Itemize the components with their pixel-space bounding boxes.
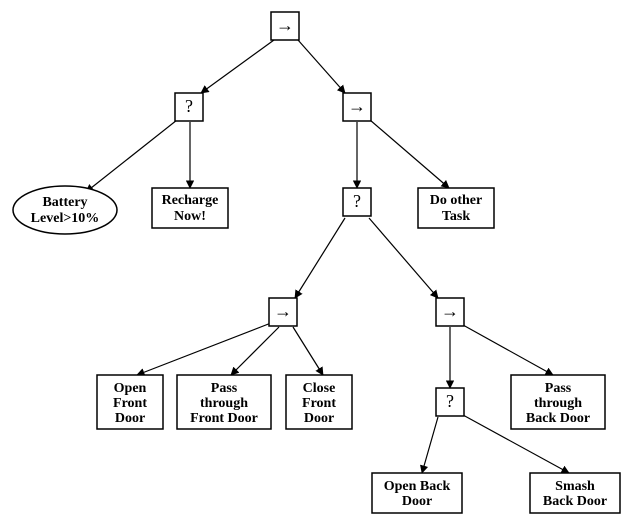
smash-back-l1: Smash: [555, 479, 595, 494]
battery-label-2: Level>10%: [31, 211, 100, 226]
node-close-front: Close Front Door: [286, 375, 352, 429]
front-seq-symbol: →: [274, 301, 292, 321]
battery-label-1: Battery: [42, 195, 87, 210]
recharge-label-2: Now!: [174, 209, 206, 224]
back-seq-symbol: →: [441, 301, 459, 321]
edge-root-l1fallback: [201, 40, 274, 93]
node-root: →: [271, 12, 299, 40]
pass-back-l2: through: [534, 396, 582, 411]
node-battery-condition: Battery Level>10%: [13, 186, 117, 234]
do-other-label-1: Do other: [430, 193, 483, 208]
node-l1-sequence: →: [343, 93, 371, 121]
pass-front-l3: Front Door: [190, 411, 258, 426]
edge-backseq-passback: [463, 325, 553, 375]
node-front-sequence: →: [269, 298, 297, 326]
node-open-back: Open Back Door: [372, 473, 462, 513]
node-smash-back: Smash Back Door: [530, 473, 620, 513]
open-front-l3: Door: [115, 411, 145, 426]
back-fallback-symbol: ?: [446, 391, 454, 411]
open-back-l1: Open Back: [384, 479, 451, 494]
node-l1-fallback: ?: [175, 93, 203, 121]
node-pass-front: Pass through Front Door: [177, 375, 271, 429]
edge-midfallback-backseq: [369, 218, 438, 298]
root-symbol: →: [276, 15, 294, 35]
node-back-fallback: ?: [436, 388, 464, 416]
edge-root-l1sequence: [298, 40, 345, 93]
open-front-l2: Front: [113, 396, 147, 411]
smash-back-l2: Back Door: [543, 494, 607, 509]
node-mid-fallback: ?: [343, 188, 371, 216]
edge-backfallback-openback: [422, 417, 438, 473]
node-open-front: Open Front Door: [97, 375, 163, 429]
close-front-l3: Door: [304, 411, 334, 426]
mid-fallback-symbol: ?: [353, 191, 361, 211]
l1-fallback-symbol: ?: [185, 96, 193, 116]
close-front-l1: Close: [303, 381, 336, 396]
edge-frontseq-openfront: [137, 323, 271, 375]
edge-frontseq-closefront: [293, 327, 323, 375]
edge-midfallback-frontseq: [295, 218, 345, 298]
do-other-label-2: Task: [442, 209, 471, 224]
l1-sequence-symbol: →: [348, 96, 366, 116]
pass-front-l2: through: [200, 396, 248, 411]
node-back-sequence: →: [436, 298, 464, 326]
pass-back-l1: Pass: [545, 381, 572, 396]
edge-l1fallback-battery: [86, 120, 177, 192]
edge-l1sequence-doother: [370, 120, 449, 188]
open-back-l2: Door: [402, 494, 432, 509]
node-recharge: Recharge Now!: [152, 188, 228, 228]
open-front-l1: Open: [114, 381, 147, 396]
pass-back-l3: Back Door: [526, 411, 590, 426]
edge-frontseq-passfront: [231, 327, 279, 375]
behavior-tree-diagram: → ? → Battery Level>10% Recharge Now! ? …: [0, 0, 640, 527]
close-front-l2: Front: [302, 396, 336, 411]
recharge-label-1: Recharge: [162, 193, 219, 208]
node-pass-back: Pass through Back Door: [511, 375, 605, 429]
pass-front-l1: Pass: [211, 381, 238, 396]
node-do-other: Do other Task: [418, 188, 494, 228]
